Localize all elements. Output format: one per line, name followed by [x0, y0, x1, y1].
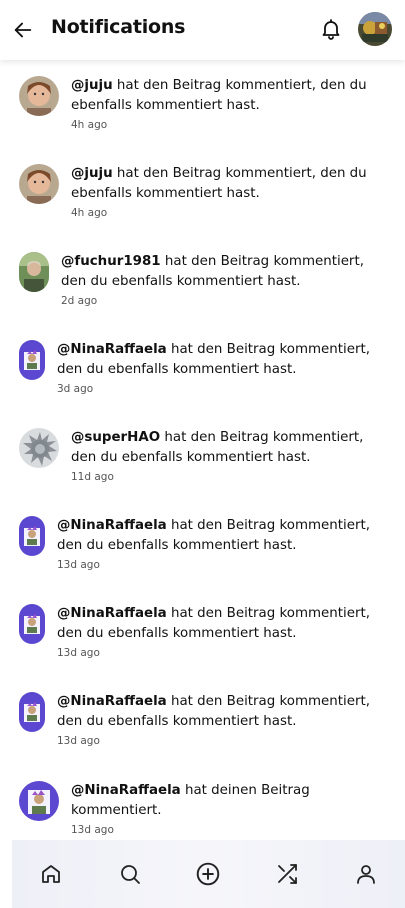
page-title: Notifications: [51, 16, 186, 38]
notification-list: @juju hat den Beitrag kommentiert, den d…: [0, 60, 405, 840]
avatar: [19, 164, 59, 204]
avatar: [19, 516, 45, 556]
notifications-button[interactable]: [318, 16, 344, 42]
notification-text: @NinaRaffaela hat deinen Beitrag komment…: [71, 781, 387, 837]
notification-user[interactable]: @NinaRaffaela: [57, 342, 167, 357]
nav-shuffle-button[interactable]: [267, 854, 307, 894]
notification-time: 13d ago: [57, 735, 100, 747]
notification-message: hat den Beitrag kommentiert, den du eben…: [71, 166, 367, 201]
notification-time: 11d ago: [71, 471, 114, 483]
notification-time: 4h ago: [71, 119, 108, 131]
notification-time: 3d ago: [57, 383, 94, 395]
arrow-left-icon: [14, 22, 32, 38]
notification-user[interactable]: @juju: [71, 166, 113, 181]
nav-home-button[interactable]: [31, 854, 71, 894]
search-icon: [120, 865, 140, 884]
home-icon: [42, 865, 61, 883]
notification-user[interactable]: @superHAO: [71, 430, 160, 445]
nav-search-button[interactable]: [110, 854, 150, 894]
bottom-navigation: [12, 840, 405, 908]
profile-icon: [356, 865, 375, 884]
user-avatar[interactable]: [358, 12, 392, 46]
avatar: [19, 781, 59, 821]
notification-user[interactable]: @NinaRaffaela: [71, 783, 181, 798]
notification-text: @NinaRaffaela hat den Beitrag kommentier…: [57, 692, 387, 748]
notification-text: @NinaRaffaela hat den Beitrag kommentier…: [57, 516, 387, 572]
notification-text: @fuchur1981 hat den Beitrag kommentiert,…: [61, 252, 387, 308]
nav-create-button[interactable]: [188, 854, 228, 894]
avatar: [19, 340, 45, 380]
notification-user[interactable]: @NinaRaffaela: [57, 518, 167, 533]
avatar: [19, 252, 49, 292]
notification-time: 13d ago: [57, 559, 100, 571]
notification-user[interactable]: @NinaRaffaela: [57, 694, 167, 709]
avatar: [19, 604, 45, 644]
notification-user[interactable]: @juju: [71, 78, 113, 93]
notification-user[interactable]: @NinaRaffaela: [57, 606, 167, 621]
notification-time: 2d ago: [61, 295, 98, 307]
plus-circle-icon: [197, 862, 220, 886]
nav-profile-button[interactable]: [346, 854, 386, 894]
notification-message: hat den Beitrag kommentiert, den du eben…: [71, 78, 367, 113]
back-button[interactable]: [10, 17, 36, 43]
bell-icon: [322, 19, 340, 40]
notification-text: @superHAO hat den Beitrag kommentiert, d…: [71, 428, 387, 484]
app-header: Notifications: [0, 0, 405, 60]
avatar: [19, 692, 45, 732]
notification-text: @NinaRaffaela hat den Beitrag kommentier…: [57, 340, 387, 396]
notification-user[interactable]: @fuchur1981: [61, 254, 161, 269]
notification-text: @juju hat den Beitrag kommentiert, den d…: [71, 76, 387, 132]
notification-text: @juju hat den Beitrag kommentiert, den d…: [71, 164, 387, 220]
notification-text: @NinaRaffaela hat den Beitrag kommentier…: [57, 604, 387, 660]
avatar: [19, 428, 59, 468]
notification-time: 13d ago: [57, 647, 100, 659]
avatar: [19, 76, 59, 116]
shuffle-icon: [278, 864, 297, 884]
notification-time: 13d ago: [71, 824, 114, 836]
notification-time: 4h ago: [71, 207, 108, 219]
